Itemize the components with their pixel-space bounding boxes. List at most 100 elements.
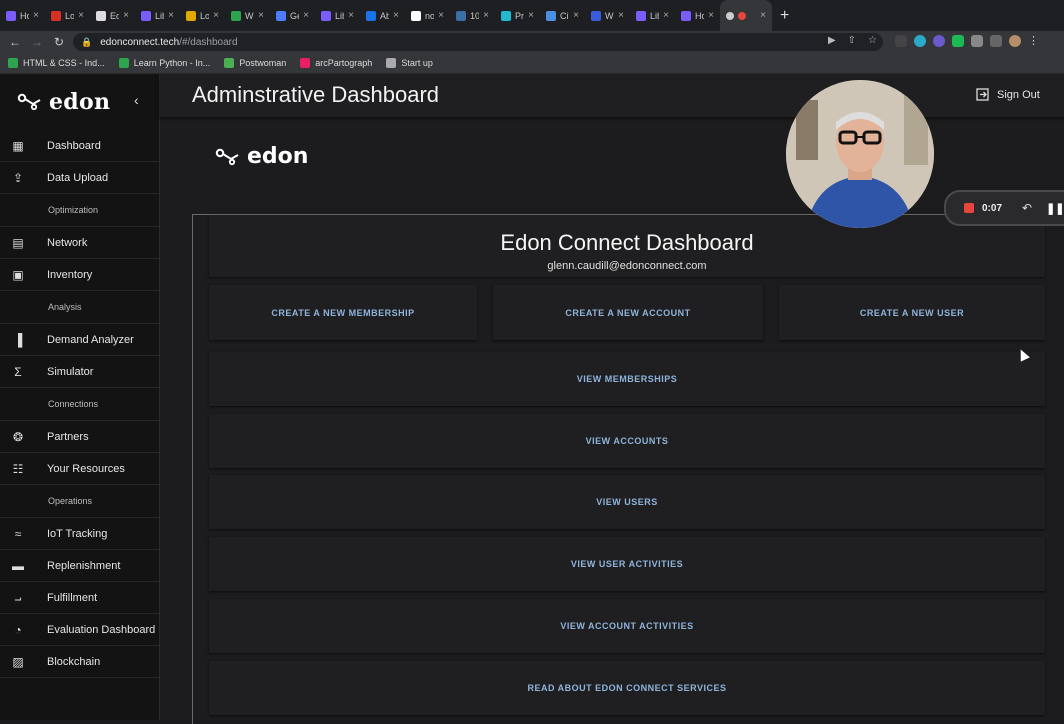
browser-tab[interactable]: Libr × — [630, 0, 675, 31]
tab-title: Get — [290, 10, 299, 21]
forward-icon[interactable]: → — [26, 35, 48, 49]
sidebar-brand[interactable]: edon ‹ — [0, 74, 159, 130]
tab-close-icon[interactable]: × — [258, 10, 264, 21]
sidebar-section-optimization: Optimization — [0, 194, 159, 227]
tab-close-icon[interactable]: × — [303, 10, 309, 21]
extension-icon[interactable] — [895, 35, 907, 47]
url-text[interactable]: edonconnect.tech/#/dashboard — [100, 37, 237, 48]
extension-purple-icon[interactable] — [933, 35, 945, 47]
sidebar-item-label: Blockchain — [47, 655, 101, 668]
page-title: Adminstrative Dashboard — [192, 82, 440, 107]
sidebar-item-evaluation-dashboard[interactable]: ◔ Evaluation Dashboard — [0, 614, 159, 646]
undo-icon[interactable]: ↶ — [1022, 201, 1032, 215]
sidebar-item-label: Dashboard — [47, 139, 101, 152]
view-accounts-button[interactable]: VIEW ACCOUNTS — [209, 414, 1045, 468]
bookmark-item[interactable]: Postwoman — [224, 58, 286, 68]
view-user-activities-button[interactable]: VIEW USER ACTIVITIES — [209, 537, 1045, 591]
address-bar[interactable]: 🔒 edonconnect.tech/#/dashboard ▶ ⇧ ☆ — [73, 33, 883, 51]
browser-tab[interactable]: Log× — [180, 0, 225, 31]
browser-tab[interactable]: Hor× — [0, 0, 45, 31]
tab-close-icon[interactable]: × — [33, 10, 39, 21]
browser-tab[interactable]: Edo× — [90, 0, 135, 31]
bookmark-item[interactable]: Start up — [386, 58, 433, 68]
create-membership-button[interactable]: CREATE A NEW MEMBERSHIP — [209, 285, 477, 340]
view-users-button[interactable]: VIEW USERS — [209, 475, 1045, 529]
tab-close-icon[interactable]: × — [393, 10, 399, 21]
tab-close-icon[interactable]: × — [573, 10, 579, 21]
tab-close-icon[interactable]: × — [618, 10, 624, 21]
extensions-puzzle-icon[interactable] — [971, 35, 983, 47]
tab-favicon-icon — [276, 10, 286, 21]
new-tab-button[interactable]: + — [780, 7, 789, 25]
browser-tab[interactable]: Libr × — [315, 0, 360, 31]
browser-tab[interactable]: 10 \× — [450, 0, 495, 31]
browser-tab[interactable]: Pric × — [495, 0, 540, 31]
browser-tab[interactable]: Will × — [225, 0, 270, 31]
view-memberships-button[interactable]: VIEW MEMBERSHIPS — [209, 352, 1045, 406]
menu-kebab-icon[interactable]: ⋮ — [1028, 35, 1040, 47]
sidebar-item-iot-tracking[interactable]: ≈ IoT Tracking — [0, 518, 159, 550]
view-account-activities-button[interactable]: VIEW ACCOUNT ACTIVITIES — [209, 599, 1045, 653]
pause-icon[interactable]: ❚❚ — [1046, 202, 1064, 215]
tab-close-icon[interactable]: × — [123, 10, 129, 21]
sidebar-item-fulfillment[interactable]: ⨼ Fulfillment — [0, 582, 159, 614]
star-icon[interactable]: ☆ — [868, 35, 877, 46]
browser-tab-active[interactable]: × — [720, 0, 772, 31]
bookmark-favicon-icon — [386, 58, 397, 68]
sidepanel-icon[interactable] — [990, 35, 1002, 47]
bookmark-item[interactable]: Learn Python - In... — [118, 58, 210, 68]
sidebar-item-inventory[interactable]: ▣ Inventory — [0, 259, 159, 291]
tab-title: Cin — [560, 10, 569, 21]
tab-close-icon[interactable]: × — [528, 10, 534, 21]
sidebar-item-simulator[interactable]: Σ Simulator — [0, 356, 159, 388]
sign-out-button[interactable]: Sign Out — [976, 88, 1040, 101]
camera-icon[interactable]: ▶ — [828, 35, 836, 46]
tab-close-icon[interactable]: × — [663, 10, 669, 21]
browser-tab[interactable]: Cin × — [540, 0, 585, 31]
tab-close-icon[interactable]: × — [348, 10, 354, 21]
sidebar-item-demand-analyzer[interactable]: ▐ Demand Analyzer — [0, 324, 159, 356]
browser-tab[interactable]: Loc× — [45, 0, 90, 31]
share-icon[interactable]: ⇧ — [848, 35, 856, 46]
sidebar-item-partners[interactable]: ❂ Partners — [0, 421, 159, 453]
browser-tab[interactable]: Wis × — [585, 0, 630, 31]
back-icon[interactable]: ← — [4, 35, 26, 49]
profile-avatar[interactable] — [1009, 35, 1021, 47]
browser-tab[interactable]: noti× — [405, 0, 450, 31]
browser-tab[interactable]: Libr × — [135, 0, 180, 31]
dashboard-panel: Edon Connect Dashboard glenn.caudill@edo… — [192, 214, 1064, 724]
app-bar: Adminstrative Dashboard Sign Out — [160, 74, 1064, 117]
tab-close-icon[interactable]: × — [483, 10, 489, 21]
sidebar-item-dashboard[interactable]: ▦ Dashboard — [0, 130, 159, 162]
lock-icon: 🔒 — [81, 36, 93, 47]
bookmark-item[interactable]: HTML & CSS - Ind... — [8, 58, 105, 68]
screen-recorder-controls: 0:07 ↶ ❚❚ — [944, 190, 1064, 226]
tab-close-icon[interactable]: × — [708, 10, 714, 21]
browser-tab[interactable]: Abc× — [360, 0, 405, 31]
tab-close-icon[interactable]: × — [168, 10, 174, 21]
chevron-left-icon[interactable]: ‹ — [134, 92, 139, 108]
create-user-button[interactable]: CREATE A NEW USER — [779, 285, 1045, 340]
tab-close-icon[interactable]: × — [78, 10, 84, 21]
tab-close-icon[interactable]: × — [213, 10, 219, 21]
create-account-button[interactable]: CREATE A NEW ACCOUNT — [493, 285, 763, 340]
sidebar-item-label: IoT Tracking — [47, 527, 108, 540]
extension-green-icon[interactable] — [952, 35, 964, 47]
sidebar-item-your-resources[interactable]: ☷ Your Resources — [0, 453, 159, 485]
sidebar-section-connections: Connections — [0, 388, 159, 421]
tab-title: 10 \ — [470, 10, 480, 21]
browser-tab[interactable]: Hov× — [675, 0, 720, 31]
sidebar-item-blockchain[interactable]: ▨ Blockchain — [0, 646, 159, 678]
sidebar-item-network[interactable]: ▤ Network — [0, 227, 159, 259]
tab-close-icon[interactable]: × — [760, 10, 766, 21]
stop-recording-button[interactable] — [964, 203, 974, 213]
bookmark-label: Start up — [401, 58, 433, 68]
react-devtools-icon[interactable] — [914, 35, 926, 47]
bookmark-item[interactable]: arcPartograph — [300, 58, 372, 68]
read-about-services-button[interactable]: READ ABOUT EDON CONNECT SERVICES — [209, 661, 1045, 715]
sidebar-item-replenishment[interactable]: ▬ Replenishment — [0, 550, 159, 582]
reload-icon[interactable]: ↻ — [48, 35, 70, 49]
browser-tab[interactable]: Get × — [270, 0, 315, 31]
sidebar-item-data-upload[interactable]: ⇪ Data Upload — [0, 162, 159, 194]
tab-close-icon[interactable]: × — [438, 10, 444, 21]
